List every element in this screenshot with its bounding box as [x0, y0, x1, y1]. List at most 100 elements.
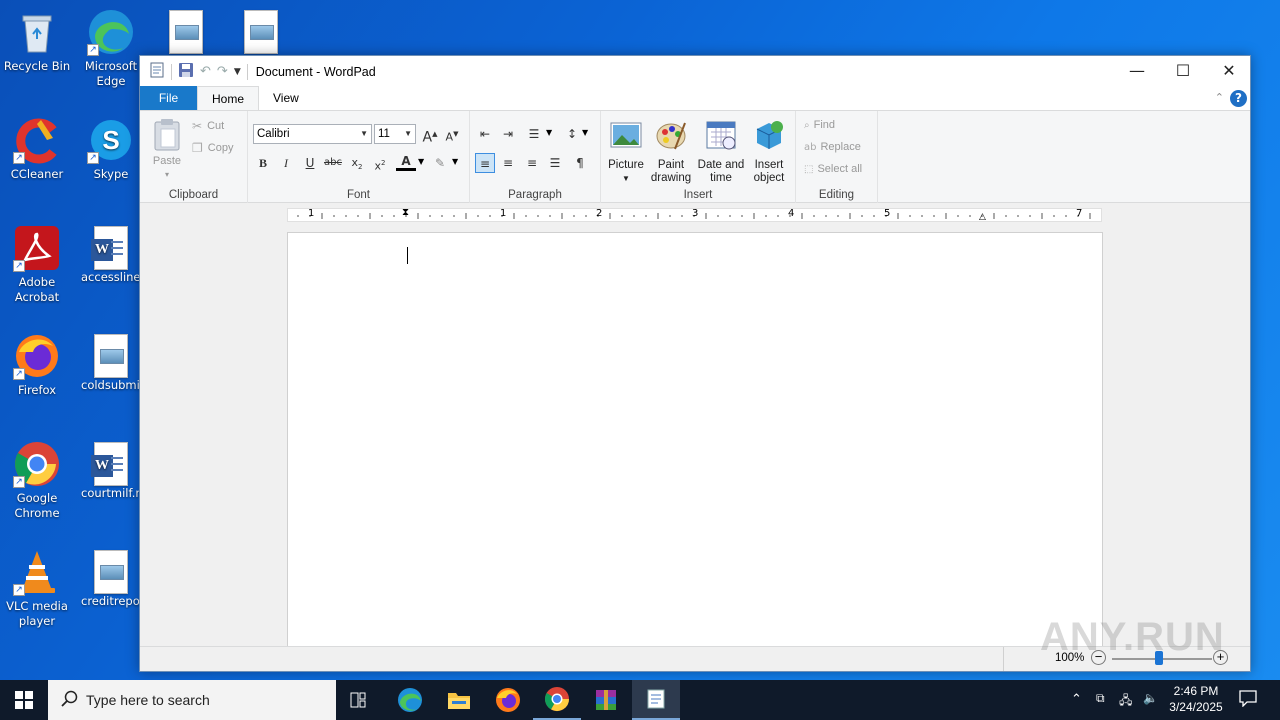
paste-dropdown-icon[interactable]: ▾ [148, 168, 186, 181]
picture-button[interactable]: Picture ▼ [607, 119, 645, 185]
align-center-button[interactable]: ≡ [498, 153, 518, 173]
task-view-button[interactable] [336, 680, 384, 720]
show-hidden-icons[interactable]: ⌃ [1071, 691, 1082, 707]
tab-home[interactable]: Home [197, 86, 260, 110]
search-box[interactable]: Type here to search [48, 680, 336, 720]
firefox-icon: ↗ [13, 332, 61, 380]
taskbar-chrome[interactable] [533, 680, 581, 720]
desktop-icon-courtmilf-rtf[interactable]: W courtmilf.rtf [75, 440, 147, 501]
document-page[interactable] [287, 232, 1103, 648]
select-all-button[interactable]: ⬚ Select all [804, 163, 862, 175]
taskbar-winrar[interactable] [582, 680, 630, 720]
italic-button[interactable]: I [276, 153, 296, 173]
left-indent-marker[interactable]: ⧗ [402, 207, 409, 218]
acrobat-icon: ↗ [13, 224, 61, 272]
desktop-icon-vlc[interactable]: ↗ VLC media player [1, 548, 73, 629]
desktop-icon-png-top2[interactable] [225, 8, 297, 54]
desktop-icon-coldsubmit-png[interactable]: coldsubmit.png [75, 332, 147, 393]
paint-drawing-button[interactable]: Paint drawing [649, 119, 693, 185]
calendar-icon [706, 121, 736, 150]
undo-icon[interactable]: ↶ [200, 64, 211, 79]
paste-button[interactable]: Paste ▾ [148, 117, 186, 181]
line-spacing-button[interactable]: ↕ [562, 124, 582, 144]
maximize-button[interactable]: ☐ [1160, 56, 1206, 87]
taskbar-firefox[interactable] [484, 680, 532, 720]
copy-button[interactable]: ❐ Copy [192, 141, 233, 155]
desktop-icon-accessline-rtf[interactable]: W accessline.rtf [75, 224, 147, 285]
font-size-select[interactable]: 11 ▼ [374, 124, 416, 144]
highlight-dropdown-icon[interactable]: ▼ [452, 157, 458, 166]
decrease-indent-button[interactable]: ⇤ [475, 124, 495, 144]
align-left-button[interactable]: ≡ [475, 153, 495, 173]
desktop-icon-google-chrome[interactable]: ↗ Google Chrome [1, 440, 73, 521]
superscript-button[interactable]: x2 [370, 153, 390, 173]
align-right-button[interactable]: ≡ [522, 153, 542, 173]
desktop-icon-recycle-bin[interactable]: Recycle Bin [1, 8, 73, 74]
redo-icon[interactable]: ↷ [217, 64, 228, 79]
network-icon[interactable]: 🖧 [1119, 691, 1132, 712]
taskbar-wordpad[interactable] [632, 680, 680, 720]
cut-button[interactable]: ✂ Cut [192, 119, 224, 133]
close-button[interactable]: ✕ [1206, 56, 1252, 87]
bold-button[interactable]: B [253, 153, 273, 173]
date-time-button[interactable]: Date and time [697, 119, 745, 185]
help-icon[interactable]: ? [1230, 90, 1247, 107]
wordpad-app-icon[interactable] [149, 62, 165, 82]
underline-button[interactable]: U [300, 153, 320, 173]
justify-button[interactable]: ☰ [545, 153, 565, 173]
find-label: Find [813, 119, 836, 131]
strikethrough-button[interactable]: abc [323, 153, 343, 173]
desktop-icon-adobe-acrobat[interactable]: ↗ Adobe Acrobat [1, 224, 73, 305]
picture-dropdown-icon: ▼ [622, 174, 630, 183]
notifications-icon[interactable] [1239, 689, 1257, 710]
desktop-icon-firefox[interactable]: ↗ Firefox [1, 332, 73, 398]
ruler[interactable]: 1 1 2 3 4 5 7 ⧗ △ [287, 207, 1102, 222]
select-all-label: Select all [817, 163, 863, 175]
clock[interactable]: 2:46 PM 3/24/2025 [1163, 683, 1229, 715]
desktop-icon-png-top1[interactable] [150, 8, 222, 54]
line-spacing-dropdown-icon[interactable]: ▼ [582, 128, 588, 137]
start-button[interactable] [0, 680, 48, 720]
desktop-icon-creditreport-png[interactable]: creditreport.png [75, 548, 147, 609]
right-indent-marker[interactable]: △ [979, 212, 986, 222]
customize-toolbar-icon[interactable]: ▼ [234, 67, 241, 77]
collapse-ribbon-icon[interactable]: ⌃ [1215, 91, 1224, 104]
desktop-icon-label: Skype [93, 167, 129, 181]
subscript-button[interactable]: x2 [347, 153, 367, 173]
taskbar-edge[interactable] [386, 680, 434, 720]
wordpad-window: ↶ ↷ ▼ Document - WordPad — ☐ ✕ File Home… [139, 55, 1251, 672]
insert-group: Picture ▼ Paint drawing Date and time In… [601, 111, 796, 203]
desktop-icon-label: creditreport.png [81, 594, 147, 608]
tab-file[interactable]: File [140, 86, 197, 110]
font-color-button[interactable]: A [396, 153, 416, 171]
find-button[interactable]: ⌕ Find [804, 119, 835, 131]
highlight-color-button[interactable]: ✎ [430, 153, 450, 173]
chrome-icon: ↗ [13, 440, 61, 488]
search-icon [60, 690, 78, 711]
paragraph-settings-button[interactable]: ¶ [570, 153, 590, 173]
quick-access-toolbar: ↶ ↷ ▼ [140, 62, 248, 82]
font-family-select[interactable]: Calibri ▼ [253, 124, 372, 144]
separator [171, 63, 172, 80]
bullet-list-button[interactable]: ☰ [524, 124, 544, 144]
increase-indent-button[interactable]: ⇥ [498, 124, 518, 144]
desktop-icon-ccleaner[interactable]: ↗ CCleaner [1, 116, 73, 182]
tab-view[interactable]: View [259, 86, 313, 110]
minimize-button[interactable]: — [1114, 56, 1160, 87]
ruler-number: 4 [788, 208, 795, 219]
replace-button[interactable]: ab Replace [804, 141, 861, 153]
insert-object-button[interactable]: Insert object [749, 119, 789, 185]
desktop-icon-label: accessline.rtf [81, 270, 147, 284]
shrink-font-button[interactable]: A▼ [442, 124, 462, 144]
desktop-icon-skype[interactable]: S ↗ Skype [75, 116, 147, 182]
bullet-dropdown-icon[interactable]: ▼ [546, 128, 552, 137]
desktop-icon-label: Adobe [18, 275, 56, 289]
meet-now-icon[interactable]: ⧉ [1096, 691, 1105, 706]
volume-icon[interactable]: 🔈 [1143, 691, 1158, 705]
grow-font-button[interactable]: A▲ [420, 124, 440, 146]
taskbar-file-explorer[interactable] [435, 680, 483, 720]
select-all-icon: ⬚ [804, 163, 814, 175]
save-icon[interactable] [178, 62, 194, 82]
desktop-icon-edge[interactable]: ↗ Microsoft Edge [75, 8, 147, 89]
font-color-dropdown-icon[interactable]: ▼ [418, 157, 424, 166]
